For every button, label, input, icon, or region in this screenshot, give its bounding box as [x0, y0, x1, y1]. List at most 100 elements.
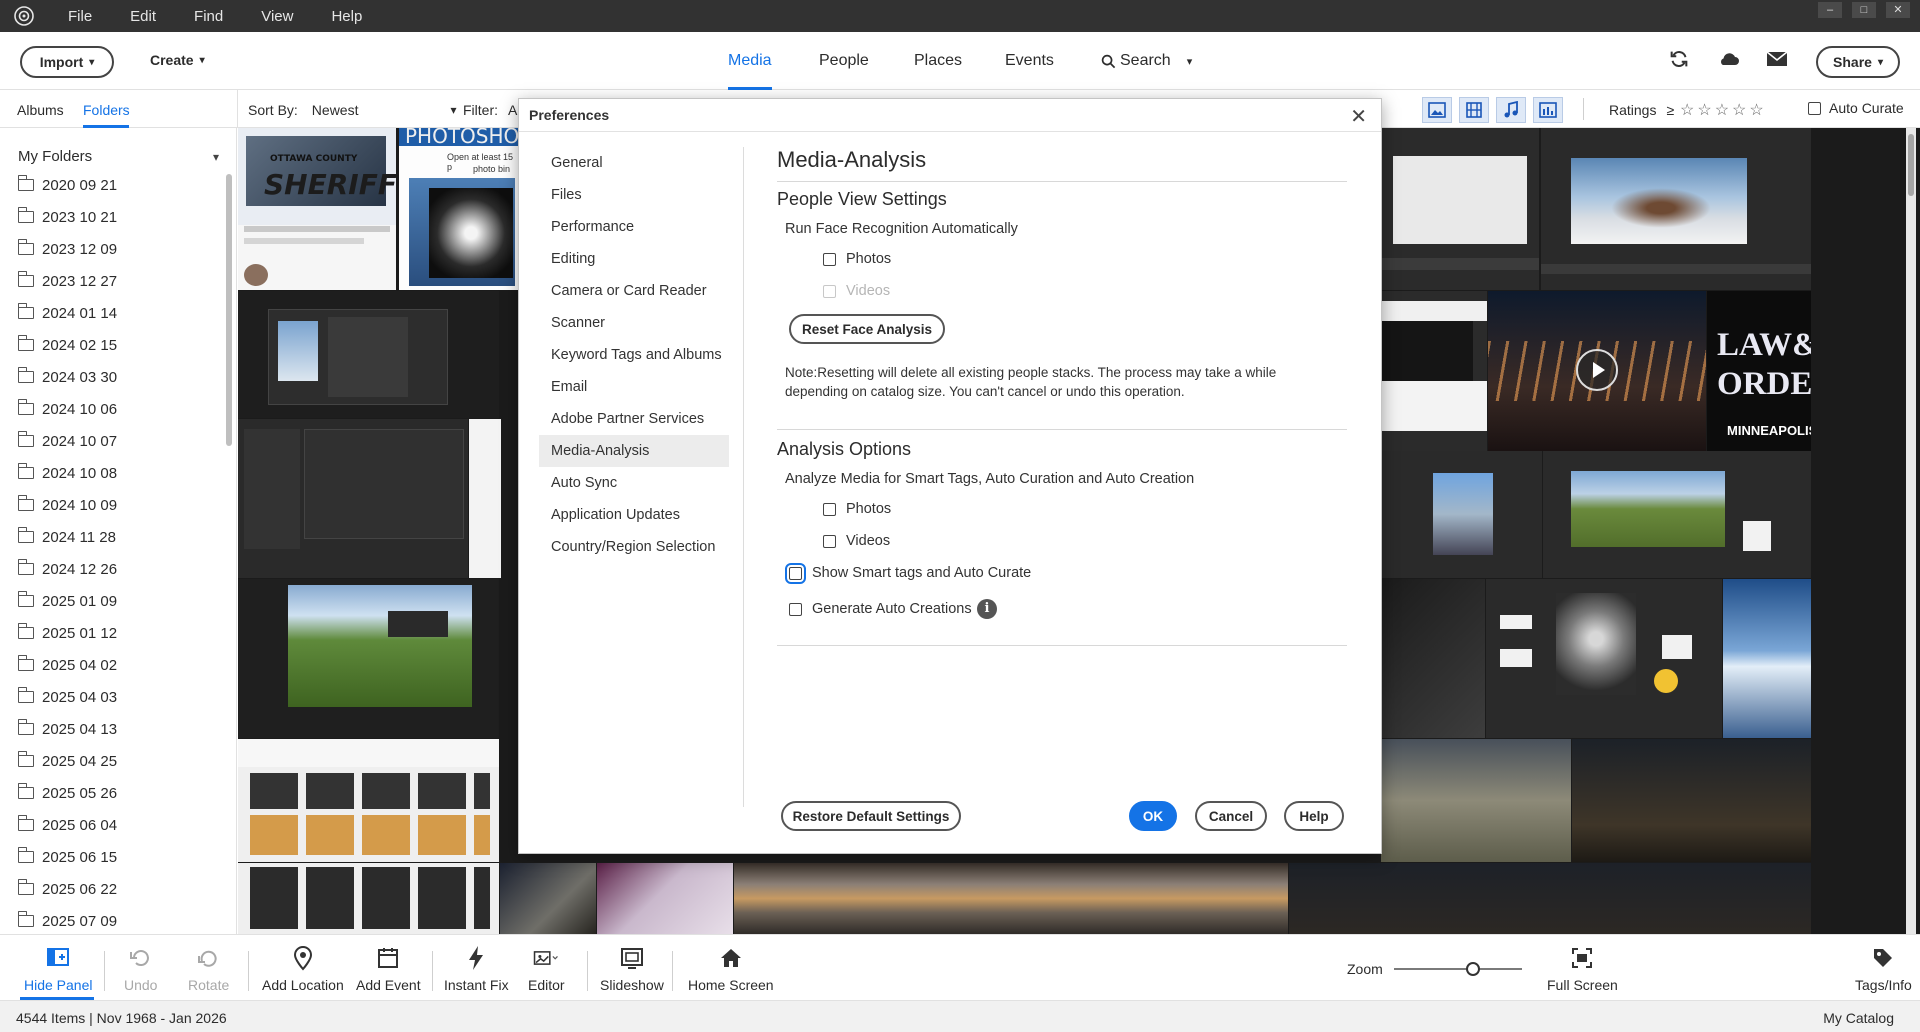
thumbnail[interactable] [734, 863, 1288, 934]
zoom-slider-track[interactable] [1394, 968, 1522, 970]
folder-item[interactable]: 2023 12 09 [17, 238, 117, 260]
pref-nav-item[interactable]: Files [539, 179, 729, 211]
folder-item[interactable]: 2025 05 26 [17, 782, 117, 804]
catalog-name[interactable]: My Catalog [1823, 1010, 1894, 1026]
pref-nav-item[interactable]: Camera or Card Reader [539, 275, 729, 307]
thumbnail[interactable] [500, 863, 596, 934]
folder-item[interactable]: 2024 02 15 [17, 334, 117, 356]
pref-nav-item[interactable]: Adobe Partner Services [539, 403, 729, 435]
share-button[interactable]: Share ▾ [1816, 46, 1900, 78]
thumbnail[interactable]: PHOTOSHO Open at least 15 p photo bin [399, 128, 519, 290]
analysis-photos-option[interactable]: Photos [823, 501, 891, 517]
thumbnail[interactable] [1381, 291, 1487, 451]
auto-curate-checkbox[interactable] [1808, 101, 1821, 115]
slideshow-button[interactable]: Slideshow [600, 945, 664, 993]
ratings-star-filter[interactable]: ☆☆☆☆☆ [1680, 100, 1767, 120]
auto-creations-checkbox[interactable] [789, 602, 802, 616]
thumbnail[interactable] [1381, 128, 1539, 290]
thumbnail[interactable] [1488, 291, 1706, 451]
smart-tags-checkbox[interactable] [785, 562, 806, 584]
folder-item[interactable]: 2025 04 25 [17, 750, 117, 772]
folder-item[interactable]: 2024 10 08 [17, 462, 117, 484]
pref-nav-item[interactable]: Media-Analysis [539, 435, 729, 467]
auto-curate-toggle[interactable]: Auto Curate [1808, 100, 1904, 116]
pref-nav-item[interactable]: Auto Sync [539, 467, 729, 499]
thumbnail[interactable] [238, 291, 499, 418]
view-videos-button[interactable] [1459, 97, 1489, 123]
rotate-button[interactable]: Rotate [188, 945, 229, 993]
thumbnail[interactable] [1289, 863, 1811, 934]
close-icon[interactable]: ✕ [1350, 104, 1367, 129]
sync-icon[interactable] [1668, 48, 1692, 72]
thumbnail[interactable] [238, 863, 499, 934]
menu-file[interactable]: File [68, 0, 111, 32]
add-event-button[interactable]: Add Event [356, 945, 421, 993]
menu-find[interactable]: Find [194, 0, 242, 32]
folder-item[interactable]: 2024 10 09 [17, 494, 117, 516]
close-window-button[interactable]: ✕ [1886, 2, 1910, 18]
folder-item[interactable]: 2024 11 28 [17, 526, 116, 548]
thumbnail[interactable] [597, 863, 733, 934]
tab-folders[interactable]: Folders [83, 102, 130, 118]
folder-item[interactable]: 2023 10 21 [17, 206, 117, 228]
thumbnail[interactable] [238, 579, 499, 738]
pref-nav-item[interactable]: Country/Region Selection [539, 531, 729, 563]
ok-button[interactable]: OK [1129, 801, 1177, 831]
analysis-videos-option[interactable]: Videos [823, 533, 890, 549]
pref-nav-item[interactable]: Email [539, 371, 729, 403]
hide-panel-button[interactable]: Hide Panel [24, 945, 93, 993]
thumbnail[interactable]: LAW& ORDER MINNEAPOLIS [1707, 291, 1811, 451]
tab-media[interactable]: Media [728, 52, 772, 70]
home-screen-button[interactable]: Home Screen [688, 945, 774, 993]
folder-item[interactable]: 2025 06 22 [17, 878, 117, 900]
tab-events[interactable]: Events [1005, 52, 1054, 70]
view-photos-button[interactable] [1422, 97, 1452, 123]
restore-defaults-button[interactable]: Restore Default Settings [781, 801, 961, 831]
folder-item[interactable]: 2025 04 02 [17, 654, 117, 676]
cancel-button[interactable]: Cancel [1195, 801, 1267, 831]
folder-item[interactable]: 2025 04 03 [17, 686, 117, 708]
pref-nav-item[interactable]: Application Updates [539, 499, 729, 531]
auto-creations-option[interactable]: Generate Auto Creations [789, 601, 972, 617]
pref-nav-item[interactable]: Performance [539, 211, 729, 243]
folder-item[interactable]: 2025 01 12 [17, 622, 117, 644]
folder-item[interactable]: 2024 01 14 [17, 302, 117, 324]
create-button[interactable]: Create ▾ [150, 52, 205, 68]
chevron-down-icon[interactable]: ▾ [213, 150, 219, 164]
grid-scrollbar-thumb[interactable] [1908, 134, 1914, 196]
smart-tags-option[interactable]: Show Smart tags and Auto Curate [785, 562, 1031, 584]
pref-nav-item[interactable]: General [539, 147, 729, 179]
scrollbar-thumb[interactable] [226, 174, 232, 446]
thumbnail[interactable] [1381, 451, 1542, 578]
import-button[interactable]: Import ▾ [20, 46, 114, 78]
tab-people[interactable]: People [819, 52, 869, 70]
folder-item[interactable]: 2024 10 07 [17, 430, 117, 452]
reset-face-analysis-button[interactable]: Reset Face Analysis [789, 314, 945, 344]
pref-nav-item[interactable]: Keyword Tags and Albums [539, 339, 729, 371]
minimize-button[interactable]: – [1818, 2, 1842, 18]
tab-albums[interactable]: Albums [17, 102, 64, 118]
full-screen-button[interactable]: Full Screen [1547, 945, 1618, 993]
menu-help[interactable]: Help [331, 0, 381, 32]
thumbnail[interactable] [469, 419, 501, 578]
folder-item[interactable]: 2023 12 27 [17, 270, 117, 292]
thumbnail[interactable] [1572, 739, 1811, 862]
face-photos-checkbox[interactable] [823, 252, 836, 266]
pref-nav-item[interactable]: Scanner [539, 307, 729, 339]
sort-by-control[interactable]: Sort By: Newest ▾ [248, 102, 457, 118]
help-button[interactable]: Help [1284, 801, 1344, 831]
view-audio-button[interactable] [1496, 97, 1526, 123]
instant-fix-button[interactable]: Instant Fix [444, 945, 509, 993]
add-location-button[interactable]: Add Location [262, 945, 344, 993]
analysis-videos-checkbox[interactable] [823, 534, 836, 548]
menu-view[interactable]: View [261, 0, 312, 32]
thumbnail[interactable] [1723, 579, 1811, 738]
face-photos-option[interactable]: Photos [823, 251, 891, 267]
folder-item[interactable]: 2024 12 26 [17, 558, 117, 580]
tags-info-button[interactable]: Tags/Info [1855, 945, 1912, 993]
thumbnail[interactable] [1381, 579, 1485, 738]
thumbnail[interactable] [1541, 128, 1811, 290]
folder-item[interactable]: 2024 03 30 [17, 366, 117, 388]
play-button[interactable] [1576, 349, 1618, 391]
thumbnail[interactable] [1543, 451, 1811, 578]
